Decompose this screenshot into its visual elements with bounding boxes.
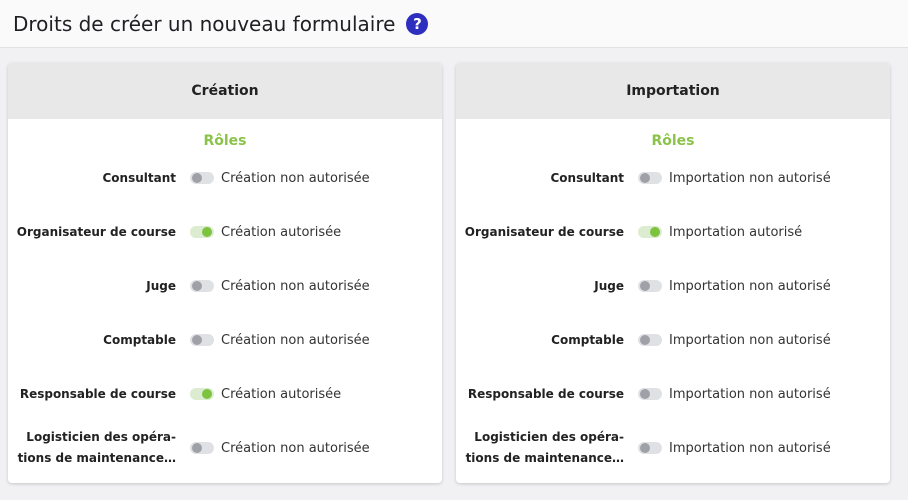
role-label: Comptable <box>551 332 624 347</box>
permission-status: Importation non autorisé <box>669 440 831 456</box>
toggle-knob <box>202 389 212 399</box>
role-label: Responsable de course <box>467 386 624 401</box>
permission-toggle[interactable] <box>190 442 214 454</box>
permission-toggle[interactable] <box>190 280 214 292</box>
role-label: Logisticien des opéra- tions de maintena… <box>17 430 176 465</box>
permission-status: Création autorisée <box>221 386 342 402</box>
roles-title: Rôles <box>651 133 695 149</box>
page-title: Droits de créer un nouveau formulaire <box>13 11 396 36</box>
toggle-knob <box>640 443 650 453</box>
permission-toggle[interactable] <box>638 442 662 454</box>
role-row: Logisticien des opéra- tions de maintena… <box>8 428 442 468</box>
creation-card: Création Rôles Consultant Création non au… <box>8 63 442 483</box>
permission-status: Création non autorisée <box>221 332 370 348</box>
card-title: Création <box>8 63 442 119</box>
help-icon[interactable]: ? <box>406 12 429 35</box>
role-row: Comptable Importation non autorisé <box>456 320 890 360</box>
permission-status: Création non autorisée <box>221 278 370 294</box>
role-label: Juge <box>594 278 624 293</box>
role-row: Juge Importation non autorisé <box>456 266 890 306</box>
permission-status: Importation autorisé <box>669 224 803 240</box>
role-row: Comptable Création non autorisée <box>8 320 442 360</box>
role-row: Logisticien des opéra- tions de maintena… <box>456 428 890 468</box>
permission-status: Importation non autorisé <box>669 386 831 402</box>
permission-toggle[interactable] <box>190 334 214 346</box>
role-row: Organisateur de course Création autorisée <box>8 212 442 252</box>
permission-status: Création autorisée <box>221 224 342 240</box>
role-label: Consultant <box>102 170 176 185</box>
permission-toggle[interactable] <box>638 172 662 184</box>
role-row: Consultant Importation non autorisé <box>456 158 890 198</box>
permission-toggle[interactable] <box>190 388 214 400</box>
role-row: Juge Création non autorisée <box>8 266 442 306</box>
role-label: Organisateur de course <box>464 224 624 239</box>
toggle-knob <box>202 227 212 237</box>
role-row: Consultant Création non autorisée <box>8 158 442 198</box>
toggle-knob <box>192 443 202 453</box>
role-label: Juge <box>146 278 176 293</box>
permission-toggle[interactable] <box>190 172 214 184</box>
toggle-knob <box>640 335 650 345</box>
toggle-knob <box>192 173 202 183</box>
permission-status: Importation non autorisé <box>669 332 831 348</box>
permission-status: Importation non autorisé <box>669 278 831 294</box>
toggle-knob <box>192 335 202 345</box>
permission-toggle[interactable] <box>638 226 662 238</box>
card-title: Importation <box>456 63 890 119</box>
role-label: Responsable de course <box>19 386 176 401</box>
permission-toggle[interactable] <box>638 280 662 292</box>
importation-card: Importation Rôles Consultant Importation … <box>456 63 890 483</box>
role-label: Organisateur de course <box>16 224 176 239</box>
role-label: Logisticien des opéra- tions de maintena… <box>465 430 624 465</box>
role-row: Organisateur de course Importation autori… <box>456 212 890 252</box>
permission-status: Importation non autorisé <box>669 170 831 186</box>
role-label: Consultant <box>550 170 624 185</box>
toggle-knob <box>640 389 650 399</box>
permission-toggle[interactable] <box>190 226 214 238</box>
toggle-knob <box>640 281 650 291</box>
permission-toggle[interactable] <box>638 388 662 400</box>
role-label: Comptable <box>103 332 176 347</box>
role-row: Responsable de course Création autorisée <box>8 374 442 414</box>
permission-toggle[interactable] <box>638 334 662 346</box>
permission-status: Création non autorisée <box>221 170 370 186</box>
toggle-knob <box>640 173 650 183</box>
permission-status: Création non autorisée <box>221 440 370 456</box>
toggle-knob <box>650 227 660 237</box>
role-row: Responsable de course Importation non aut… <box>456 374 890 414</box>
roles-title: Rôles <box>203 133 247 149</box>
toggle-knob <box>192 281 202 291</box>
page-header: Droits de créer un nouveau formulaire ? <box>0 0 908 48</box>
